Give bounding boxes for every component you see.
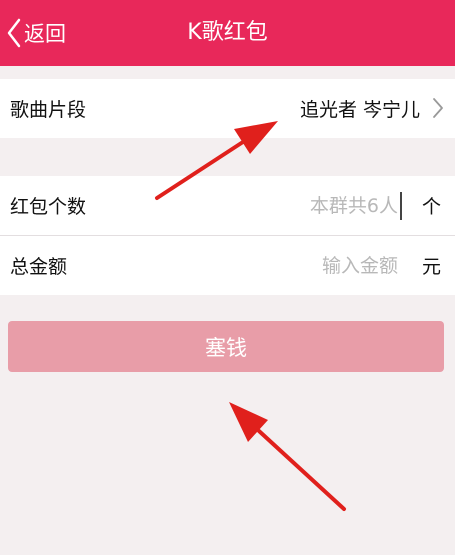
packet-count-label: 红包个数 [10, 196, 87, 218]
annotation-arrow-2 [229, 402, 346, 511]
song-segment-label: 歌曲片段 [10, 99, 87, 121]
navbar: 返回 K歌红包 [0, 0, 455, 66]
text-cursor [400, 192, 402, 220]
page-title: K歌红包 [187, 20, 268, 45]
song-segment-row[interactable]: 歌曲片段 追光者 岑宁儿 [0, 79, 455, 138]
packet-count-row: 红包个数 个 [0, 176, 455, 235]
total-amount-input[interactable] [196, 247, 400, 284]
submit-money-button[interactable]: 塞钱 [8, 321, 444, 372]
total-amount-row: 总金额 元 [0, 236, 455, 295]
song-segment-value: 追光者 岑宁儿 [299, 99, 420, 121]
total-amount-label: 总金额 [10, 256, 68, 278]
packet-count-unit: 个 [421, 196, 441, 218]
chevron-right-icon [433, 98, 443, 118]
total-amount-unit: 元 [421, 256, 441, 278]
packet-count-input[interactable] [196, 187, 400, 224]
